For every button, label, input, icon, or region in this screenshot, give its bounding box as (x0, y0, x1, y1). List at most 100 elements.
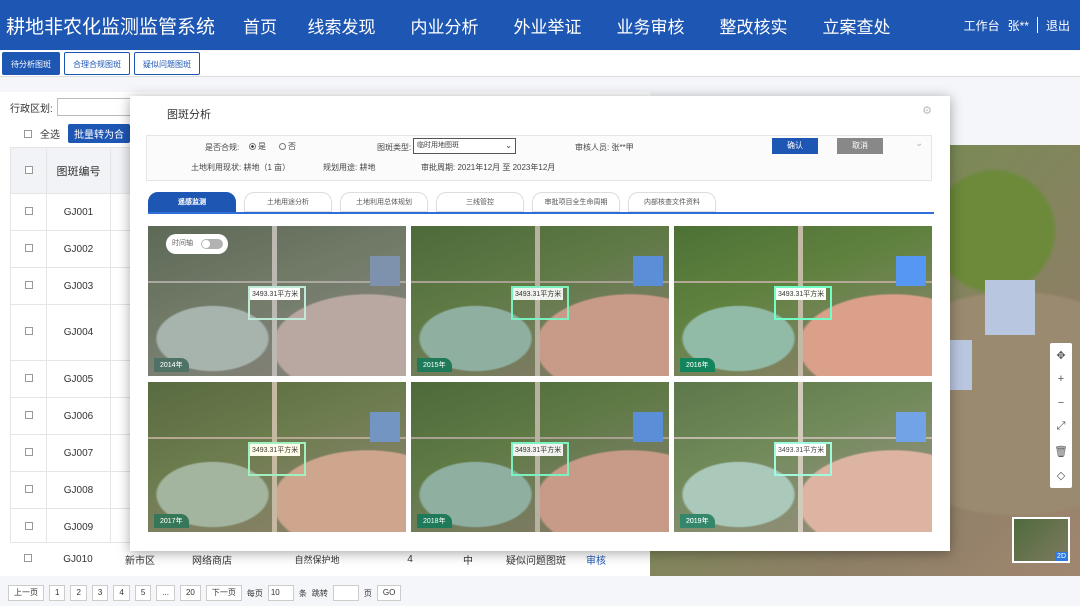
confirm-button[interactable]: 确认 (772, 138, 818, 154)
compliant-no-radio[interactable]: 否 (275, 141, 296, 152)
imagery-grid: 3493.31平方米 2014年 时间轴 3493.31平方米 2015年 34… (148, 226, 932, 534)
tab-remote-sensing[interactable]: 遥感监测 (148, 192, 236, 212)
imagery-tile[interactable]: 3493.31平方米 2015年 (411, 226, 669, 376)
collapse-chevron-icon[interactable]: ⌄ (915, 138, 923, 149)
no-label: 否 (288, 142, 296, 151)
nav-rectification-check[interactable]: 整改核实 (702, 13, 805, 38)
tab-pending-analysis[interactable]: 待分析图斑 (2, 52, 60, 75)
row-checkbox[interactable] (24, 554, 32, 562)
count-cell: 4 (407, 554, 413, 565)
delete-icon[interactable]: 🗑 (1054, 445, 1068, 458)
level-cell: 中 (463, 556, 473, 567)
row-checkbox-cell (10, 304, 47, 361)
nav-business-review[interactable]: 业务审核 (599, 13, 702, 38)
analysis-form: 是否合规: 是 否 图斑类型: 临时用地图斑 ⌄ 审核人员: 张**甲 确认 取消… (146, 135, 932, 181)
imagery-tile[interactable]: 3493.31平方米 2019年 (674, 382, 932, 532)
page-button[interactable]: 5 (134, 585, 152, 601)
per-page-input[interactable]: 10 (267, 585, 294, 601)
nav-field-evidence[interactable]: 外业举证 (496, 13, 599, 38)
tab-compliant[interactable]: 合理合规图斑 (64, 52, 130, 75)
map-building (950, 340, 972, 390)
yes-label: 是 (258, 142, 266, 151)
status-cell: 疑似问题图斑 (506, 556, 566, 567)
2d-toggle[interactable]: 2D (1055, 552, 1068, 561)
subtab-bar: 待分析图斑 合理合规图斑 疑似问题图斑 (0, 51, 1080, 77)
close-icon[interactable]: ⚙ (922, 104, 932, 117)
row-checkbox[interactable] (24, 484, 33, 493)
year-badge: 2016年 (680, 358, 715, 372)
tab-three-lines[interactable]: 三线管控 (436, 192, 524, 212)
row-checkbox[interactable] (24, 327, 33, 335)
workbench-link[interactable]: 工作台 (964, 17, 1000, 34)
compliant-yes-radio[interactable]: 是 (245, 141, 266, 152)
zoom-in-icon[interactable]: + (1058, 373, 1064, 385)
pagination: 上一页 1 2 3 4 5 ... 20 下一页 每页 10 条 跳转 页 GO (8, 585, 402, 601)
patch-id: GJ004 (46, 304, 111, 361)
type-label: 图斑类型: (377, 143, 412, 152)
page-button[interactable]: 1 (49, 585, 66, 601)
zoom-out-icon[interactable]: − (1058, 397, 1064, 409)
page-button[interactable]: 2 (70, 585, 87, 601)
row-checkbox-cell (10, 397, 47, 435)
review-link[interactable]: 审核 (576, 552, 616, 567)
row-checkbox[interactable] (24, 373, 33, 382)
patch-type-select[interactable]: 临时用地图斑 ⌄ (413, 138, 516, 154)
page-button[interactable]: 3 (91, 585, 109, 601)
batch-convert-button[interactable]: 批量转为合 (68, 124, 130, 143)
map-building (896, 256, 926, 286)
logout-link[interactable]: 退出 (1046, 17, 1070, 34)
map-building (633, 412, 663, 442)
minimap[interactable]: 2D (1012, 517, 1070, 563)
row-checkbox-cell (10, 434, 47, 472)
jump-page-input[interactable] (332, 585, 359, 601)
prev-page-button[interactable]: 上一页 (8, 585, 44, 601)
row-checkbox[interactable] (24, 280, 33, 289)
go-button[interactable]: GO (376, 585, 402, 601)
nav-home[interactable]: 首页 (230, 13, 290, 38)
select-all-checkbox[interactable] (24, 129, 32, 138)
row-checkbox[interactable] (24, 521, 33, 530)
year-badge: 2014年 (154, 358, 189, 372)
nav-clue-discovery[interactable]: 线索发现 (290, 13, 393, 38)
tab-land-use-analysis[interactable]: 土地用途分析 (244, 192, 332, 212)
land-use-status: 土地利用现状: 耕地（1 亩） (191, 163, 291, 172)
timeline-label: 时间轴 (172, 240, 193, 247)
nav-office-analysis[interactable]: 内业分析 (393, 13, 496, 38)
tab-internal-documents[interactable]: 内部核查文件资料 (628, 192, 716, 212)
user-area: 工作台 张** 退出 (964, 0, 1070, 50)
patch-type-value: 临时用地图斑 (417, 142, 459, 149)
page-button[interactable]: 20 (179, 585, 201, 601)
modal-title: 图斑分析 (167, 109, 211, 121)
map-toolbar: ✥ + − ⤢ 🗑 ◇ (1050, 343, 1072, 488)
row-checkbox[interactable] (24, 410, 33, 419)
imagery-tile[interactable]: 3493.31平方米 2017年 (148, 382, 406, 532)
move-icon[interactable]: ✥ (1056, 349, 1065, 362)
year-badge: 2018年 (417, 514, 452, 528)
nav-case-investigation[interactable]: 立案查处 (805, 13, 908, 38)
user-name[interactable]: 张** (1008, 17, 1029, 34)
patch-analysis-modal: 图斑分析 ⚙ 是否合规: 是 否 图斑类型: 临时用地图斑 ⌄ 审核人员: 张**… (130, 96, 950, 551)
page-button[interactable]: 4 (113, 585, 130, 601)
fullscreen-icon[interactable]: ⤢ (1057, 420, 1066, 433)
approval-period: 审批周期: 2021年12月 至 2023年12月 (421, 163, 556, 172)
imagery-tile[interactable]: 3493.31平方米 2018年 (411, 382, 669, 532)
cancel-button[interactable]: 取消 (837, 138, 883, 154)
row-checkbox[interactable] (24, 447, 33, 456)
tab-suspected-issue[interactable]: 疑似问题图斑 (134, 52, 200, 75)
header-checkbox[interactable] (24, 165, 33, 174)
row-checkbox[interactable] (24, 206, 33, 215)
imagery-tile[interactable]: 3493.31平方米 2016年 (674, 226, 932, 376)
tab-master-plan[interactable]: 土地利用总体规划 (340, 192, 428, 212)
app-title: 耕地非农化监测监管系统 (6, 16, 216, 38)
row-checkbox-cell (10, 360, 47, 398)
per-page-unit: 条 (298, 588, 307, 598)
eraser-icon[interactable]: ◇ (1057, 469, 1065, 482)
next-page-button[interactable]: 下一页 (205, 585, 242, 601)
toggle-switch (201, 239, 223, 249)
timeline-toggle[interactable]: 时间轴 (166, 234, 228, 254)
tab-project-lifecycle[interactable]: 审批项目全生命周期 (532, 192, 620, 212)
imagery-tile[interactable]: 3493.31平方米 2014年 时间轴 (148, 226, 406, 376)
row-checkbox[interactable] (24, 243, 33, 252)
row-checkbox-cell (10, 230, 47, 268)
chevron-down-icon: ⌄ (505, 141, 512, 150)
